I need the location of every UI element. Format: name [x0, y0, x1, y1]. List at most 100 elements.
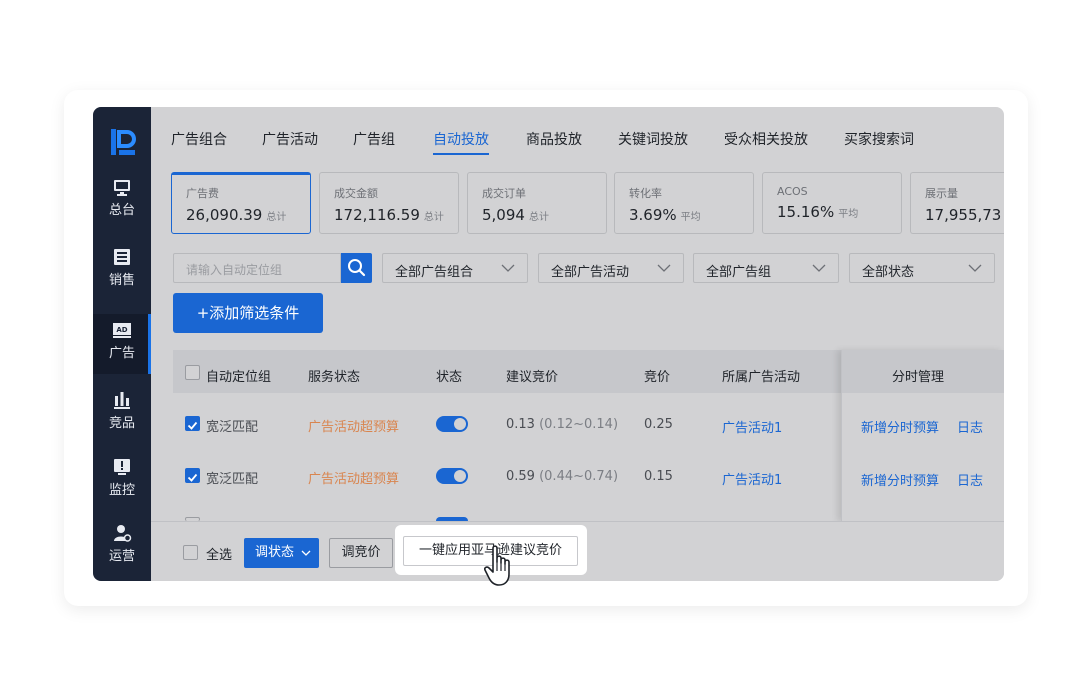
metric-card-impressions[interactable]: 展示量 17,955,73 — [910, 172, 1004, 234]
metric-card-ad-spend[interactable]: 广告费 26,090.39 总计 — [171, 172, 311, 234]
campaign-link[interactable]: 广告活动1 — [722, 469, 782, 488]
suggested-bid-range: (0.44~0.74) — [539, 469, 619, 484]
metric-value: 3.69% — [629, 206, 677, 224]
sidebar-item-label: 销售 — [108, 273, 135, 288]
tab-bar: 广告组合 广告活动 广告组 自动投放 商品投放 关键词投放 受众相关投放 买家搜… — [151, 107, 1004, 165]
add-time-budget-link[interactable]: 新增分时预算 — [861, 417, 939, 436]
metric-card-sales-amount[interactable]: 成交金额 172,116.59 总计 — [319, 172, 459, 234]
metric-value: 172,116.59 — [334, 206, 420, 224]
metric-label: 成交订单 — [482, 187, 526, 200]
checkmark-icon — [187, 421, 198, 430]
log-link[interactable]: 日志 — [957, 417, 983, 436]
log-link[interactable]: 日志 — [957, 470, 983, 489]
metric-suffix: 平均 — [838, 209, 859, 220]
select-ad-portfolio[interactable]: 全部广告组合 — [382, 253, 528, 283]
sidebar-item-operations[interactable]: 运营 — [93, 523, 151, 581]
select-value: 全部广告活动 — [551, 265, 630, 280]
adjust-status-button[interactable]: 调状态 — [244, 538, 319, 568]
cell-bid[interactable]: 0.25 — [644, 417, 673, 432]
suggested-bid-value: 0.59 — [506, 469, 535, 484]
sidebar-item-sales[interactable]: 销售 — [93, 247, 151, 307]
sidebar-item-dashboard[interactable]: 总台 — [93, 177, 151, 237]
sidebar-item-label: 运营 — [108, 549, 135, 564]
chevron-down-icon — [501, 264, 515, 272]
metric-card-conversion-rate[interactable]: 转化率 3.69% 平均 — [614, 172, 754, 234]
column-header[interactable]: 分时管理 — [892, 366, 944, 385]
metric-label: 成交金额 — [334, 187, 378, 200]
select-value: 全部广告组合 — [395, 265, 474, 280]
add-filter-button[interactable]: +添加筛选条件 — [173, 293, 323, 333]
search-icon — [348, 259, 366, 277]
metric-value: 17,955,73 — [925, 206, 1002, 224]
logo-icon — [111, 129, 136, 155]
column-header-bg: 分时管理 — [842, 350, 1004, 393]
metric-suffix: 总计 — [528, 212, 549, 223]
adjust-status-label: 调状态 — [255, 545, 295, 560]
user-gear-icon — [114, 525, 132, 542]
column-header[interactable]: 建议竞价 — [506, 366, 558, 385]
tab-ad-group[interactable]: 广告组 — [353, 129, 395, 149]
metric-card-acos[interactable]: ACOS 15.16% 平均 — [762, 172, 902, 234]
sidebar: 总台 销售 AD 广告 竞品 监控 运营 — [93, 107, 151, 581]
select-value: 全部状态 — [862, 265, 915, 280]
metric-label: 展示量 — [925, 187, 958, 200]
cell-service-status: 广告活动超预算 — [308, 420, 400, 435]
cell-suggested-bid: 0.59 (0.44~0.74) — [506, 469, 618, 484]
cell-bid[interactable]: 0.15 — [644, 469, 673, 484]
list-icon — [114, 249, 130, 265]
column-header[interactable]: 状态 — [436, 366, 462, 385]
tab-product-targeting[interactable]: 商品投放 — [526, 129, 582, 149]
tab-ad-campaign[interactable]: 广告活动 — [262, 129, 318, 149]
header-checkbox[interactable] — [185, 365, 200, 380]
metric-suffix: 总计 — [266, 212, 287, 223]
sidebar-item-ads[interactable]: AD 广告 — [93, 314, 151, 374]
metric-card-orders[interactable]: 成交订单 5,094 总计 — [467, 172, 607, 234]
suggested-bid-value: 0.13 — [506, 417, 535, 432]
app-window: 总台 销售 AD 广告 竞品 监控 运营 广告组合 广告活动 广告组 自动投放 … — [93, 107, 1004, 581]
adjust-bid-button[interactable]: 调竞价 — [329, 538, 393, 568]
sidebar-item-label: 总台 — [108, 203, 135, 218]
add-time-budget-link[interactable]: 新增分时预算 — [861, 470, 939, 489]
tab-search-terms[interactable]: 买家搜索词 — [844, 129, 914, 149]
select-ad-campaign[interactable]: 全部广告活动 — [538, 253, 684, 283]
tab-audience-targeting[interactable]: 受众相关投放 — [724, 129, 808, 149]
monitor-icon — [114, 180, 130, 196]
metric-value: 26,090.39 — [186, 206, 263, 224]
row-checkbox[interactable] — [185, 416, 200, 431]
sidebar-item-label: 广告 — [108, 346, 135, 361]
metric-suffix: 总计 — [423, 212, 444, 223]
tab-keyword-targeting[interactable]: 关键词投放 — [618, 129, 688, 149]
campaign-link[interactable]: 广告活动1 — [722, 417, 782, 436]
checkmark-icon — [187, 473, 198, 482]
metric-label: ACOS — [777, 185, 808, 198]
search-button[interactable] — [341, 253, 372, 283]
metric-suffix: 平均 — [680, 212, 701, 223]
select-all-checkbox[interactable] — [183, 545, 198, 560]
metric-label: 转化率 — [629, 187, 662, 200]
metric-label: 广告费 — [186, 187, 219, 200]
column-header[interactable]: 服务状态 — [308, 366, 360, 385]
chevron-down-icon — [812, 264, 826, 272]
status-toggle[interactable] — [436, 468, 468, 484]
metric-value: 15.16% — [777, 203, 835, 221]
row-checkbox[interactable] — [185, 468, 200, 483]
select-value: 全部广告组 — [706, 265, 772, 280]
tab-ad-portfolio[interactable]: 广告组合 — [171, 129, 227, 149]
sidebar-item-competitors[interactable]: 竞品 — [93, 390, 151, 450]
cell-name: 宽泛匹配 — [206, 420, 259, 435]
search-input[interactable]: 请输入自动定位组 — [173, 253, 341, 283]
svg-text:AD: AD — [116, 326, 127, 334]
cell-name: 宽泛匹配 — [206, 472, 259, 487]
sidebar-item-monitor[interactable]: 监控 — [93, 457, 151, 517]
status-toggle[interactable] — [436, 416, 468, 432]
tab-auto-targeting[interactable]: 自动投放 — [433, 129, 489, 155]
cell-suggested-bid: 0.13 (0.12~0.14) — [506, 417, 618, 432]
column-header[interactable]: 自动定位组 — [206, 366, 271, 385]
column-header[interactable]: 所属广告活动 — [722, 366, 800, 385]
ad-icon: AD — [113, 323, 131, 338]
select-ad-group[interactable]: 全部广告组 — [693, 253, 839, 283]
sidebar-item-label: 监控 — [108, 483, 135, 498]
column-header[interactable]: 竞价 — [644, 366, 670, 385]
select-status[interactable]: 全部状态 — [849, 253, 995, 283]
select-all-label[interactable]: 全选 — [206, 544, 232, 563]
